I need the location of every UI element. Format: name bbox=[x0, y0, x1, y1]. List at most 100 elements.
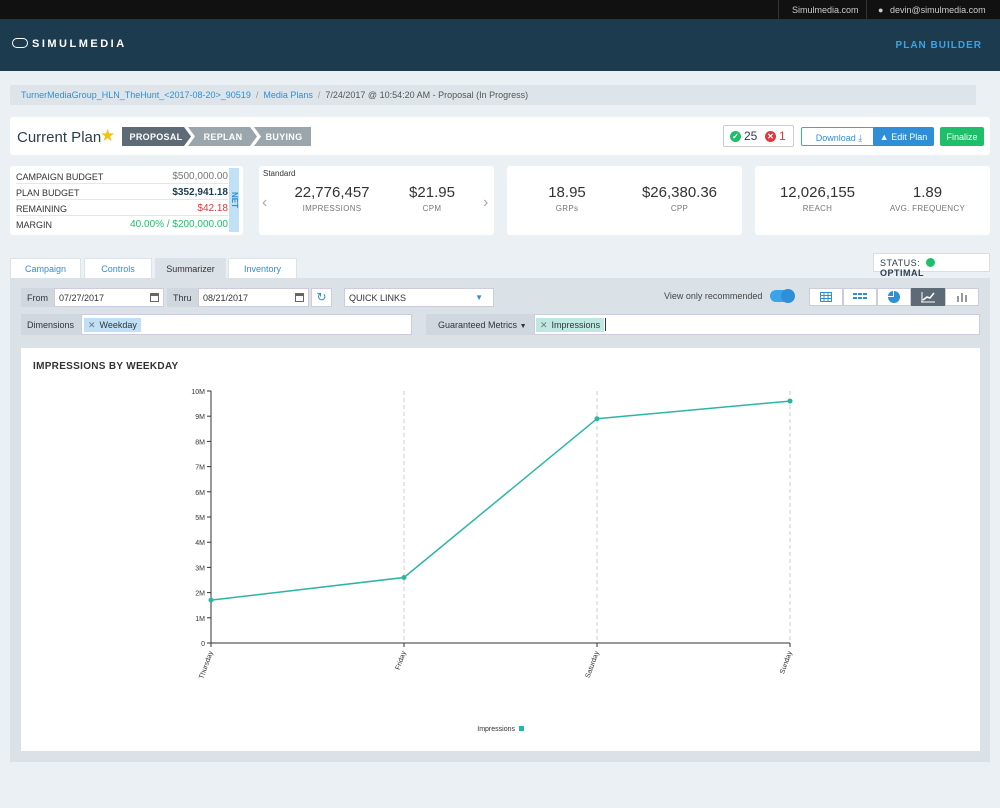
site-link[interactable]: Simulmedia.com bbox=[792, 5, 859, 15]
y-tick-label: 7M bbox=[195, 465, 205, 472]
frequency-metric: 1.89 AVG. FREQUENCY bbox=[875, 184, 980, 213]
budget-row: MARGIN 40.00% / $200,000.00 bbox=[16, 217, 228, 232]
thru-label: Thru bbox=[167, 288, 198, 307]
table-view-button[interactable] bbox=[809, 288, 843, 306]
metric-chip[interactable]: ✕ Impressions bbox=[536, 318, 605, 332]
series-line bbox=[210, 400, 791, 601]
remove-icon[interactable]: ✕ bbox=[540, 320, 548, 330]
recommended-toggle[interactable] bbox=[770, 289, 795, 303]
bar-view-button[interactable] bbox=[945, 288, 979, 306]
warning-icon: ▲ bbox=[879, 132, 889, 142]
next-arrow-icon[interactable]: › bbox=[483, 194, 488, 212]
pie-view-button[interactable] bbox=[877, 288, 911, 306]
dimension-chip-label: Weekday bbox=[99, 320, 137, 330]
dimension-chip[interactable]: ✕ Weekday bbox=[84, 318, 141, 332]
star-icon[interactable]: ★ bbox=[100, 126, 115, 146]
error-icon: ✕ bbox=[765, 131, 776, 142]
download-icon: ⤓ bbox=[858, 133, 863, 143]
budget-row: PLAN BUDGET $352,941.18 bbox=[16, 185, 228, 200]
breadcrumb-current: 7/24/2017 @ 10:54:20 AM - Proposal (In P… bbox=[325, 90, 529, 100]
thru-date-input[interactable]: 08/21/2017 bbox=[198, 288, 309, 307]
refresh-icon[interactable]: ↻ bbox=[311, 288, 332, 307]
legend-label: Impressions bbox=[477, 726, 515, 733]
step-proposal[interactable]: PROPOSAL bbox=[122, 127, 190, 146]
breadcrumb-media-plans[interactable]: Media Plans bbox=[263, 90, 313, 100]
step-replan[interactable]: REPLAN bbox=[190, 127, 256, 146]
reach-card: 12,026,155 REACH 1.89 AVG. FREQUENCY bbox=[755, 166, 990, 235]
frequency-label: AVG. FREQUENCY bbox=[889, 204, 966, 213]
finalize-button[interactable]: Finalize bbox=[940, 127, 984, 146]
prev-arrow-icon[interactable]: ‹ bbox=[262, 194, 267, 212]
tab-controls[interactable]: Controls bbox=[84, 258, 152, 278]
grps-metric: 18.95 GRPs bbox=[517, 184, 617, 213]
step-buying[interactable]: BUYING bbox=[256, 127, 312, 146]
calendar-icon[interactable] bbox=[295, 293, 304, 302]
caret-down-icon: ▼ bbox=[519, 323, 527, 330]
logo-text: SIMULMEDIA bbox=[32, 38, 127, 50]
tab-summarizer[interactable]: Summarizer bbox=[155, 258, 226, 278]
x-tick-label: Thursday bbox=[198, 650, 215, 680]
plan-builder-link[interactable]: PLAN BUILDER bbox=[896, 40, 982, 51]
net-toggle[interactable]: NET bbox=[229, 168, 239, 232]
cpm-value: $21.95 bbox=[409, 184, 455, 201]
y-tick-label: 6M bbox=[195, 490, 205, 497]
impressions-value: 22,776,457 bbox=[294, 184, 370, 201]
download-label: Download bbox=[815, 133, 856, 143]
impressions-metric: 22,776,457 IMPRESSIONS bbox=[277, 184, 387, 213]
y-tick-label: 4M bbox=[195, 540, 205, 547]
plan-budget-label: PLAN BUDGET bbox=[16, 188, 80, 198]
legend-swatch bbox=[519, 726, 524, 731]
download-button[interactable]: Download ⤓ bbox=[801, 127, 877, 146]
calendar-icon[interactable] bbox=[150, 293, 159, 302]
breadcrumb-plan[interactable]: TurnerMediaGroup_HLN_TheHunt_<2017-08-20… bbox=[21, 90, 251, 100]
bar-chart-icon bbox=[957, 293, 967, 302]
caret-down-icon: ▼ bbox=[475, 293, 483, 302]
guaranteed-metrics-label: Guaranteed Metrics bbox=[438, 320, 518, 330]
from-date-input[interactable]: 07/27/2017 bbox=[54, 288, 164, 307]
campaign-budget-value: $500,000.00 bbox=[172, 171, 228, 182]
reach-value: 12,026,155 bbox=[779, 184, 856, 201]
ok-count: 25 bbox=[744, 129, 758, 143]
budget-card: CAMPAIGN BUDGET $500,000.00 PLAN BUDGET $3… bbox=[10, 166, 243, 235]
validation-badges[interactable]: ✓ 25 ✕ 1 bbox=[723, 125, 794, 147]
y-tick-label: 2M bbox=[195, 591, 205, 598]
status-value: OPTIMAL bbox=[880, 268, 924, 278]
impressions-label: IMPRESSIONS bbox=[302, 204, 362, 213]
budget-row: REMAINING $42.18 bbox=[16, 201, 228, 216]
table-icon bbox=[820, 292, 832, 302]
edit-plan-label: Edit Plan bbox=[891, 132, 928, 142]
line-chart-icon bbox=[921, 292, 935, 303]
edit-plan-button[interactable]: ▲ Edit Plan bbox=[873, 127, 934, 146]
metric-chip-label: Impressions bbox=[551, 320, 601, 330]
remove-icon[interactable]: ✕ bbox=[88, 320, 96, 330]
margin-value: 40.00% / $200,000.00 bbox=[130, 219, 228, 230]
pie-chart-icon bbox=[888, 291, 900, 303]
tab-campaign[interactable]: Campaign bbox=[10, 258, 81, 278]
text-cursor bbox=[605, 318, 606, 331]
user-email[interactable]: devin@simulmedia.com bbox=[890, 5, 986, 15]
reach-label: REACH bbox=[802, 204, 833, 213]
data-point bbox=[401, 574, 407, 580]
guaranteed-metrics-dropdown[interactable]: Guaranteed Metrics ▼ bbox=[426, 314, 534, 335]
chart-container: IMPRESSIONS BY WEEKDAY 0 1M 2M 3M 4M 5M 6M 7M 8M… bbox=[21, 348, 980, 751]
tab-inventory[interactable]: Inventory bbox=[228, 258, 297, 278]
thru-date-value: 08/21/2017 bbox=[203, 293, 249, 303]
logo[interactable]: SIMULMEDIA bbox=[12, 38, 127, 50]
impressions-card: Standard ‹ › 22,776,457 IMPRESSIONS $21.9… bbox=[259, 166, 494, 235]
check-icon: ✓ bbox=[730, 131, 741, 142]
status-badge: STATUS: OPTIMAL bbox=[873, 253, 990, 278]
grid-view-button[interactable] bbox=[843, 288, 877, 306]
reach-metric: 12,026,155 REACH bbox=[765, 184, 870, 213]
grid-icon bbox=[853, 292, 867, 300]
standard-label: Standard bbox=[263, 169, 296, 178]
quick-links-label: QUICK LINKS bbox=[349, 293, 407, 303]
data-point bbox=[594, 416, 600, 422]
y-tick-label: 5M bbox=[195, 515, 205, 522]
x-tick-label: Saturday bbox=[585, 650, 601, 679]
grps-card: 18.95 GRPs $26,380.36 CPP bbox=[507, 166, 742, 235]
quick-links-select[interactable]: QUICK LINKS ▼ bbox=[344, 288, 494, 307]
line-view-button[interactable] bbox=[911, 288, 945, 306]
recommended-label: View only recommended bbox=[664, 291, 763, 301]
app-header: SIMULMEDIA PLAN BUILDER bbox=[0, 19, 1000, 71]
y-tick-label: 1M bbox=[195, 616, 205, 623]
